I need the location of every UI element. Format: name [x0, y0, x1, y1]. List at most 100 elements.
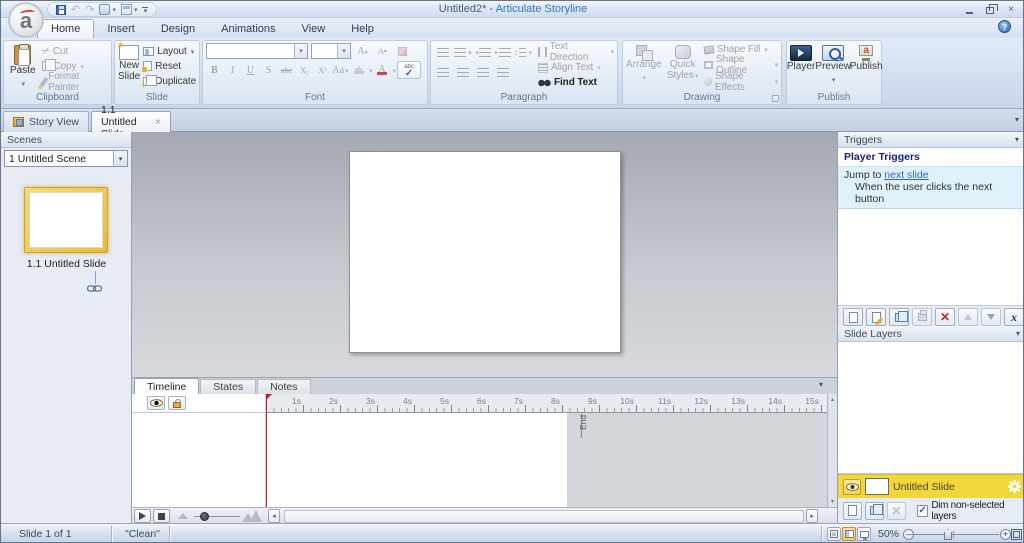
timeline-ruler[interactable]: 1s 2s 3s 4s 5s 6s 7s 8s 9s 10s 11s 12s 1… — [266, 394, 827, 413]
slide-canvas[interactable] — [349, 151, 621, 353]
player-button[interactable]: Player — [787, 43, 815, 89]
clear-formatting-button[interactable] — [394, 43, 411, 59]
minimize-button[interactable] — [963, 4, 975, 14]
restore-button[interactable] — [984, 4, 998, 14]
stop-button[interactable] — [153, 509, 170, 523]
layer-visibility-button[interactable] — [843, 478, 861, 495]
strikethrough-button[interactable]: abc — [278, 62, 295, 78]
tab-help[interactable]: Help — [338, 20, 387, 38]
delete-trigger-button[interactable]: ✕ — [935, 308, 955, 326]
story-view-button[interactable] — [827, 527, 841, 541]
shape-effects-button[interactable]: Shape Effects — [703, 71, 778, 93]
tab-timeline[interactable]: Timeline — [134, 378, 200, 394]
show-hide-all-button[interactable] — [147, 396, 165, 410]
numbering-button[interactable] — [454, 44, 472, 60]
duplicate-layer-button[interactable] — [864, 501, 884, 520]
scroll-left-button[interactable]: ◂ — [268, 509, 280, 523]
dim-layers-checkbox[interactable]: ✓ — [916, 504, 929, 517]
highlight-color-button[interactable]: ab — [350, 62, 367, 78]
end-marker[interactable]: End — [578, 414, 597, 438]
tab-insert[interactable]: Insert — [94, 20, 148, 38]
subscript-button[interactable]: X₂ — [296, 62, 313, 78]
tab-view[interactable]: View — [289, 20, 339, 38]
layout-button[interactable]: Layout — [143, 44, 196, 58]
format-painter-button[interactable]: Format Painter — [38, 71, 108, 93]
align-text-button[interactable]: Align Text — [538, 61, 614, 74]
save-icon[interactable] — [56, 4, 66, 15]
new-layer-button[interactable] — [843, 501, 862, 520]
chevron-down-icon[interactable]: ▾ — [1015, 135, 1019, 144]
collapse-panel-icon[interactable]: ▾ — [819, 380, 823, 389]
tab-animations[interactable]: Animations — [208, 20, 288, 38]
arrange-button[interactable]: Arrange — [626, 43, 662, 89]
edit-trigger-button[interactable] — [866, 308, 886, 326]
slideshow-view-button[interactable] — [857, 527, 871, 541]
timeline-zoom-slider[interactable] — [194, 511, 240, 521]
scroll-right-button[interactable]: ▸ — [806, 509, 818, 523]
slide-view-tab[interactable]: 1.1 Untitled Slide × — [91, 104, 171, 140]
reset-button[interactable]: Reset — [142, 59, 196, 73]
align-center-button[interactable] — [454, 64, 472, 80]
qat-button-2[interactable] — [120, 4, 138, 15]
close-button[interactable]: × — [1005, 4, 1017, 15]
quick-styles-button[interactable]: Quick Styles — [666, 43, 700, 89]
paste-button[interactable]: Paste — [7, 43, 39, 89]
align-right-button[interactable] — [474, 64, 492, 80]
font-size-combobox[interactable]: ▾ — [311, 43, 351, 59]
text-direction-button[interactable]: Text Direction — [538, 41, 614, 63]
underline-button[interactable]: U — [242, 62, 259, 78]
scroll-down-icon[interactable]: ▾ — [831, 498, 834, 505]
preview-button[interactable]: Preview — [815, 43, 851, 89]
qat-button-1[interactable] — [99, 4, 116, 15]
story-view-tab[interactable]: Story View — [3, 111, 89, 132]
text-shadow-button[interactable]: S — [260, 62, 277, 78]
zoom-slider-pointer[interactable] — [944, 529, 952, 540]
bold-button[interactable]: B — [206, 62, 223, 78]
trigger-target-link[interactable]: next slide — [884, 169, 928, 181]
paste-trigger-button[interactable] — [912, 308, 932, 326]
timeline-zoom-out-icon[interactable] — [178, 513, 188, 519]
move-trigger-up-button[interactable] — [958, 308, 978, 326]
tab-design[interactable]: Design — [148, 20, 208, 38]
timeline-zoom-in-icon[interactable] — [242, 510, 262, 522]
timeline-horizontal-scrollbar[interactable] — [284, 509, 804, 523]
lock-all-button[interactable] — [168, 396, 186, 410]
line-spacing-button[interactable]: ↕ — [514, 44, 532, 60]
undo-icon[interactable]: ↶ — [71, 3, 80, 16]
increase-indent-button[interactable]: ▸ — [494, 44, 512, 60]
decrease-indent-button[interactable]: ◂ — [474, 44, 492, 60]
gear-icon[interactable] — [1008, 480, 1021, 493]
timeline-object-list[interactable] — [132, 413, 265, 507]
scene-selector[interactable]: 1 Untitled Scene ▾ — [4, 150, 128, 167]
cut-button[interactable]: ✂ Cut — [40, 44, 108, 58]
dialog-launcher-icon[interactable] — [772, 95, 779, 102]
justify-button[interactable] — [494, 64, 512, 80]
base-layer-row[interactable]: Untitled Slide — [838, 474, 1023, 498]
font-color-button[interactable]: A — [374, 62, 391, 78]
shrink-font-button[interactable]: A ▾ — [374, 43, 391, 59]
spellcheck-button[interactable]: abc — [397, 61, 422, 79]
normal-view-button[interactable] — [842, 527, 856, 541]
italic-button[interactable]: I — [224, 62, 241, 78]
timeline-track-area[interactable]: End — [266, 413, 827, 507]
align-left-button[interactable] — [434, 64, 452, 80]
superscript-button[interactable]: X² — [314, 62, 331, 78]
bullets-button[interactable] — [434, 44, 452, 60]
scroll-up-icon[interactable]: ▴ — [831, 396, 834, 403]
fit-to-window-button[interactable] — [1011, 529, 1022, 540]
play-button[interactable] — [134, 509, 151, 523]
customize-qat-button[interactable]: ▾ — [142, 6, 149, 15]
redo-icon[interactable]: ↷ — [85, 3, 94, 16]
grow-font-button[interactable]: A ▴ — [354, 43, 371, 59]
tab-list-dropdown-icon[interactable]: ▾ — [1015, 115, 1019, 124]
close-tab-icon[interactable]: × — [155, 117, 161, 128]
publish-button[interactable]: a Publish — [850, 43, 883, 89]
slider-knob[interactable] — [200, 511, 209, 521]
tab-notes[interactable]: Notes — [257, 379, 311, 394]
slide-layers-list[interactable] — [838, 342, 1023, 474]
copy-trigger-button[interactable] — [889, 308, 909, 326]
move-trigger-down-button[interactable] — [981, 308, 1001, 326]
timeline-vertical-scrollbar[interactable]: ▴ ▾ — [827, 394, 837, 507]
font-name-combobox[interactable]: ▾ — [206, 43, 308, 59]
chevron-down-icon[interactable]: ▾ — [1016, 329, 1020, 338]
